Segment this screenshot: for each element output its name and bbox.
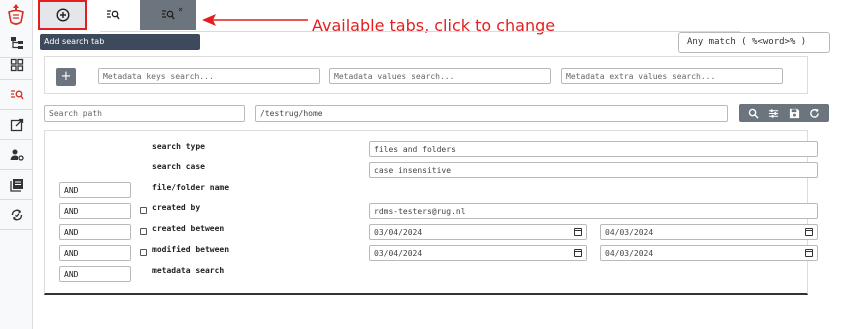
sidebar-item-external[interactable]: [0, 110, 33, 140]
search-type-label: search type: [152, 142, 205, 151]
metadata-keys-input[interactable]: Metadata keys search...: [98, 68, 320, 84]
sliders-icon: [769, 108, 779, 118]
sync-icon: [11, 209, 22, 220]
calendar-icon: [805, 249, 813, 257]
search-case-label: search case: [152, 162, 205, 171]
collection-icon: [9, 178, 23, 192]
sidebar-item-grid[interactable]: [0, 50, 33, 80]
match-mode-select[interactable]: Any match ( %<word>% ): [678, 32, 830, 53]
grid-icon: [10, 58, 23, 71]
plus-circle-icon: [55, 8, 70, 22]
search-tab-1[interactable]: [88, 0, 138, 30]
modified-between-operator-select[interactable]: AND: [59, 245, 131, 261]
created-by-checkbox[interactable]: [140, 207, 147, 214]
sidebar-item-user-settings[interactable]: [0, 140, 33, 170]
created-between-checkbox[interactable]: [140, 228, 147, 235]
modified-from-date[interactable]: 03/04/2024: [369, 245, 587, 261]
sidebar: [0, 0, 33, 329]
refresh-icon: [810, 108, 820, 118]
save-search-button[interactable]: [786, 105, 802, 121]
modified-to-value: 04/03/2024: [605, 249, 654, 258]
search-icon: [748, 108, 759, 119]
calendar-icon: [574, 228, 582, 236]
modified-from-value: 03/04/2024: [374, 249, 423, 258]
annotation-text: Available tabs, click to change: [312, 16, 556, 35]
add-tab-button[interactable]: [38, 0, 87, 30]
metadata-values-input[interactable]: Metadata values search...: [329, 68, 551, 84]
search-type-select[interactable]: files and folders: [369, 141, 818, 157]
search-list-icon: [107, 10, 120, 20]
search-tab-2[interactable]: ×: [140, 0, 196, 30]
search-path-input[interactable]: Search path: [44, 105, 245, 122]
created-from-value: 03/04/2024: [374, 228, 423, 237]
search-toolbar: [739, 104, 829, 122]
sidebar-item-collection[interactable]: [0, 170, 33, 200]
metadata-search-label: metadata search: [152, 266, 225, 275]
created-by-label: created by: [152, 203, 201, 212]
path-field[interactable]: /testrug/home: [255, 105, 728, 122]
created-to-value: 04/03/2024: [605, 228, 654, 237]
logo-icon: [8, 4, 24, 25]
filter-settings-button[interactable]: [766, 105, 782, 121]
divider: [100, 31, 740, 32]
name-label: file/folder name: [152, 183, 230, 192]
save-icon: [789, 108, 799, 118]
search-list-icon: [162, 10, 175, 20]
created-between-operator-select[interactable]: AND: [59, 224, 131, 240]
created-from-date[interactable]: 03/04/2024: [369, 224, 587, 240]
refresh-button[interactable]: [807, 105, 823, 121]
created-between-label: created between: [152, 224, 225, 233]
annotation-arrow-icon: [202, 14, 308, 26]
search-button[interactable]: [745, 105, 761, 121]
modified-between-label: modified between: [152, 245, 230, 254]
metadata-extra-input[interactable]: Metadata extra values search...: [561, 68, 783, 84]
search-list-icon: [10, 89, 24, 99]
user-settings-icon: [10, 149, 24, 161]
calendar-icon: [805, 228, 813, 236]
created-by-operator-select[interactable]: AND: [59, 203, 131, 219]
search-case-select[interactable]: case insensitive: [369, 162, 818, 178]
name-operator-select[interactable]: AND: [59, 182, 131, 198]
add-metadata-button[interactable]: +: [56, 68, 76, 86]
metadata-search-operator-select[interactable]: AND: [59, 266, 131, 282]
created-by-field[interactable]: rdms-testers@rug.nl: [369, 203, 818, 219]
external-link-icon: [10, 118, 23, 131]
sidebar-item-sync[interactable]: [0, 200, 33, 230]
modified-to-date[interactable]: 04/03/2024: [600, 245, 818, 261]
close-tab-button[interactable]: ×: [178, 5, 183, 14]
calendar-icon: [574, 249, 582, 257]
modified-between-checkbox[interactable]: [140, 249, 147, 256]
created-to-date[interactable]: 04/03/2024: [600, 224, 818, 240]
tree-icon: [10, 36, 23, 49]
sidebar-item-search[interactable]: [0, 80, 33, 110]
add-tab-tooltip: Add search tab: [40, 34, 200, 50]
